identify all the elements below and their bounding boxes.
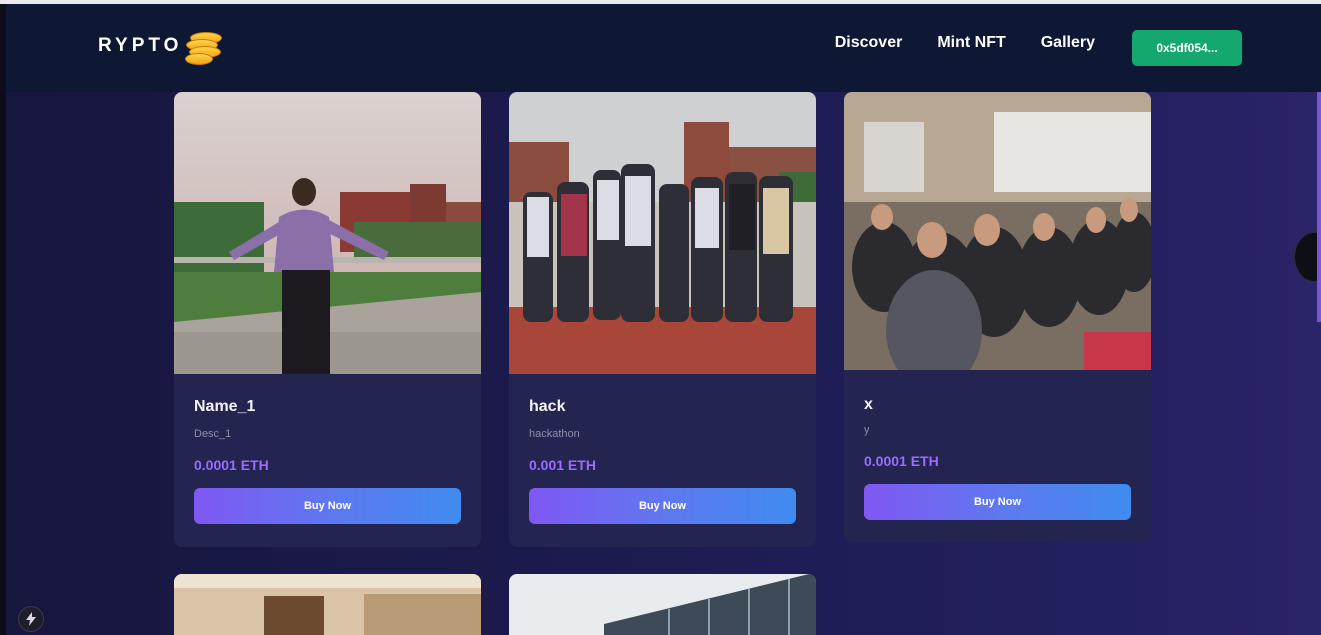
nft-card: Name_1 Desc_1 0.0001 ETH Buy Now — [174, 92, 481, 547]
gold-coins-icon — [184, 26, 228, 66]
nft-name: hack — [529, 398, 566, 415]
nft-card: hack hackathon 0.001 ETH Buy Now — [509, 92, 816, 547]
nav-link-mint-nft[interactable]: Mint NFT — [937, 34, 1005, 52]
nft-photo-terrace — [174, 92, 481, 374]
buy-now-button[interactable]: Buy Now — [529, 488, 796, 524]
nft-photo-interior — [174, 574, 481, 635]
nav-links: Discover Mint NFT Gallery — [835, 34, 1095, 52]
nft-card-partial[interactable] — [174, 574, 481, 635]
nft-photo-audience — [844, 92, 1151, 370]
nft-description: y — [864, 424, 870, 436]
nav-link-discover[interactable]: Discover — [835, 34, 903, 52]
nav-link-gallery[interactable]: Gallery — [1041, 34, 1095, 52]
nft-image[interactable] — [844, 92, 1151, 370]
nft-photo-group — [509, 92, 816, 374]
nft-description: Desc_1 — [194, 428, 232, 440]
nft-image[interactable] — [174, 92, 481, 374]
navbar: RYPTO Discover Mint NFT Gallery 0x5df054… — [6, 4, 1321, 92]
brand-logo[interactable]: RYPTO — [98, 26, 228, 66]
wallet-address-button[interactable]: 0x5df054... — [1132, 30, 1242, 66]
nft-price: 0.001 ETH — [529, 457, 596, 473]
nft-name: Name_1 — [194, 398, 256, 415]
brand-name: RYPTO — [98, 35, 183, 56]
nft-photo-building — [509, 574, 816, 635]
nft-description: hackathon — [529, 428, 580, 440]
nft-price: 0.0001 ETH — [864, 453, 939, 469]
nft-image[interactable] — [509, 92, 816, 374]
nft-name: x — [864, 396, 873, 413]
nft-card-partial[interactable] — [509, 574, 816, 635]
nft-price: 0.0001 ETH — [194, 457, 269, 473]
nft-card: x y 0.0001 ETH Buy Now — [844, 92, 1151, 542]
scrollbar[interactable] — [1317, 92, 1321, 322]
buy-now-button[interactable]: Buy Now — [864, 484, 1131, 520]
lightning-icon[interactable] — [18, 606, 44, 632]
buy-now-button[interactable]: Buy Now — [194, 488, 461, 524]
window-left-edge — [0, 4, 6, 635]
